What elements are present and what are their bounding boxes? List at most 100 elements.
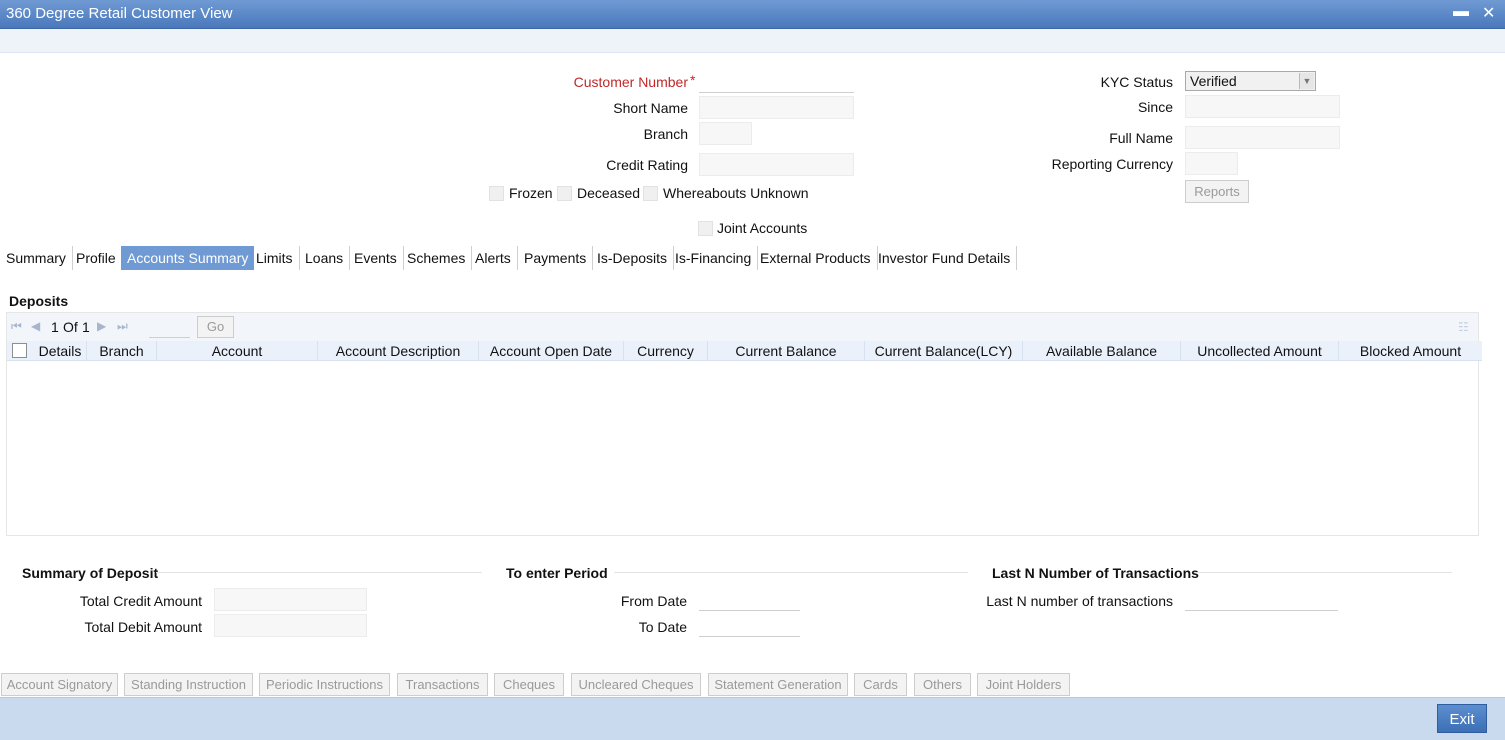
full-name-label: Full Name <box>1109 130 1173 146</box>
column-header-uncollected-amount[interactable]: Uncollected Amount <box>1181 341 1339 361</box>
account-signatory-button[interactable]: Account Signatory <box>1 673 118 696</box>
others-button[interactable]: Others <box>914 673 971 696</box>
grid-header: Details Branch Account Account Descripti… <box>7 341 1482 361</box>
first-page-icon[interactable]: ⏮ <box>11 319 22 334</box>
chevron-down-icon[interactable]: ▼ <box>1299 73 1314 89</box>
from-date-field[interactable] <box>699 588 800 611</box>
tab-external-products[interactable]: External Products <box>754 246 878 270</box>
customer-number-field[interactable] <box>699 70 854 93</box>
current-page: 1 <box>51 319 59 335</box>
kyc-status-value: Verified <box>1190 73 1237 89</box>
frozen-checkbox[interactable] <box>489 186 504 201</box>
column-header-account-description[interactable]: Account Description <box>318 341 479 361</box>
credit-rating-field[interactable] <box>699 153 854 176</box>
full-name-field[interactable] <box>1185 126 1340 149</box>
go-button[interactable]: Go <box>197 316 234 338</box>
divider <box>156 572 482 573</box>
title-bar: 360 Degree Retail Customer View ▬ ✕ <box>0 0 1505 29</box>
tab-payments[interactable]: Payments <box>518 246 594 270</box>
deposits-grid: ⏮ ◀ 1 Of 1 ▶ ⏭ Go Details Branch Account… <box>6 312 1482 536</box>
next-page-icon[interactable]: ▶ <box>97 319 106 333</box>
tab-is-deposits[interactable]: Is-Deposits <box>591 246 675 270</box>
kyc-status-select[interactable]: Verified ▼ <box>1185 71 1316 91</box>
short-name-field[interactable] <box>699 96 854 119</box>
frozen-label: Frozen <box>509 185 553 201</box>
last-n-transactions-field[interactable] <box>1185 588 1338 611</box>
prev-page-icon[interactable]: ◀ <box>31 319 40 333</box>
column-header-current-balance[interactable]: Current Balance <box>708 341 865 361</box>
total-credit-amount-label: Total Credit Amount <box>79 593 202 609</box>
transactions-button[interactable]: Transactions <box>397 673 488 696</box>
cheques-button[interactable]: Cheques <box>494 673 564 696</box>
kyc-status-label: KYC Status <box>1100 74 1173 90</box>
column-header-available-balance[interactable]: Available Balance <box>1023 341 1181 361</box>
tab-bar: Summary Profile Accounts Summary Limits … <box>0 246 1505 270</box>
since-field[interactable] <box>1185 95 1340 118</box>
exit-button[interactable]: Exit <box>1437 704 1487 733</box>
tab-loans[interactable]: Loans <box>299 246 351 270</box>
page-number-input[interactable] <box>149 316 190 338</box>
customer-number-label: Customer Number <box>573 74 688 90</box>
total-debit-amount-field[interactable] <box>214 614 367 637</box>
cards-button[interactable]: Cards <box>854 673 907 696</box>
tab-is-financing[interactable]: Is-Financing <box>669 246 759 270</box>
close-icon[interactable]: ✕ <box>1482 3 1495 23</box>
branch-label: Branch <box>643 126 688 142</box>
joint-holders-button[interactable]: Joint Holders <box>977 673 1070 696</box>
required-star: * <box>690 72 696 88</box>
column-header-account-open-date[interactable]: Account Open Date <box>479 341 624 361</box>
tab-alerts[interactable]: Alerts <box>469 246 518 270</box>
select-all-checkbox[interactable] <box>12 343 27 358</box>
credit-rating-label: Credit Rating <box>606 157 688 173</box>
summary-of-deposit-heading: Summary of Deposit <box>22 565 159 581</box>
joint-accounts-label: Joint Accounts <box>717 220 808 236</box>
branch-field[interactable] <box>699 122 752 145</box>
standing-instruction-button[interactable]: Standing Instruction <box>124 673 253 696</box>
reporting-currency-label: Reporting Currency <box>1051 156 1173 172</box>
deceased-checkbox[interactable] <box>557 186 572 201</box>
from-date-label: From Date <box>620 593 687 609</box>
whereabouts-unknown-label: Whereabouts Unknown <box>663 185 809 201</box>
column-header-branch[interactable]: Branch <box>87 341 157 361</box>
column-header-details[interactable]: Details <box>34 341 87 361</box>
tab-accounts-summary[interactable]: Accounts Summary <box>121 246 255 270</box>
last-n-heading: Last N Number of Transactions <box>992 565 1199 581</box>
periodic-instructions-button[interactable]: Periodic Instructions <box>259 673 390 696</box>
page-of-label: Of <box>63 319 78 335</box>
window-title: 360 Degree Retail Customer View <box>6 5 233 22</box>
column-header-current-balance-lcy[interactable]: Current Balance(LCY) <box>865 341 1023 361</box>
statement-generation-button[interactable]: Statement Generation <box>708 673 848 696</box>
period-heading: To enter Period <box>506 565 608 581</box>
column-header-blocked-amount[interactable]: Blocked Amount <box>1339 341 1482 361</box>
footer-bar <box>0 697 1505 740</box>
uncleared-cheques-button[interactable]: Uncleared Cheques <box>571 673 701 696</box>
total-credit-amount-field[interactable] <box>214 588 367 611</box>
joint-accounts-checkbox[interactable] <box>698 221 713 236</box>
grid-pager: ⏮ ◀ 1 Of 1 ▶ ⏭ Go <box>7 313 1478 341</box>
reports-button[interactable]: Reports <box>1185 180 1249 203</box>
minimize-icon[interactable]: ▬ <box>1453 3 1469 21</box>
deceased-label: Deceased <box>577 185 641 201</box>
whereabouts-unknown-checkbox[interactable] <box>643 186 658 201</box>
tab-limits[interactable]: Limits <box>250 246 300 270</box>
divider <box>1194 572 1452 573</box>
deposits-heading: Deposits <box>9 293 69 309</box>
last-n-transactions-label: Last N number of transactions <box>986 593 1173 609</box>
column-header-account[interactable]: Account <box>157 341 318 361</box>
short-name-label: Short Name <box>613 100 688 116</box>
column-header-currency[interactable]: Currency <box>624 341 708 361</box>
tab-investor-fund-details[interactable]: Investor Fund Details <box>872 246 1018 270</box>
toolbar-strip <box>0 29 1505 53</box>
tab-summary[interactable]: Summary <box>0 246 73 270</box>
to-date-label: To Date <box>638 619 687 635</box>
last-page-icon[interactable]: ⏭ <box>117 319 128 334</box>
divider <box>614 572 968 573</box>
tab-events[interactable]: Events <box>348 246 404 270</box>
column-settings-icon[interactable]: ☷ <box>1458 320 1469 334</box>
tab-schemes[interactable]: Schemes <box>401 246 473 270</box>
total-debit-amount-label: Total Debit Amount <box>84 619 202 635</box>
since-label: Since <box>1137 99 1173 115</box>
reporting-currency-field[interactable] <box>1185 152 1238 175</box>
to-date-field[interactable] <box>699 614 800 637</box>
tab-profile[interactable]: Profile <box>70 246 123 270</box>
